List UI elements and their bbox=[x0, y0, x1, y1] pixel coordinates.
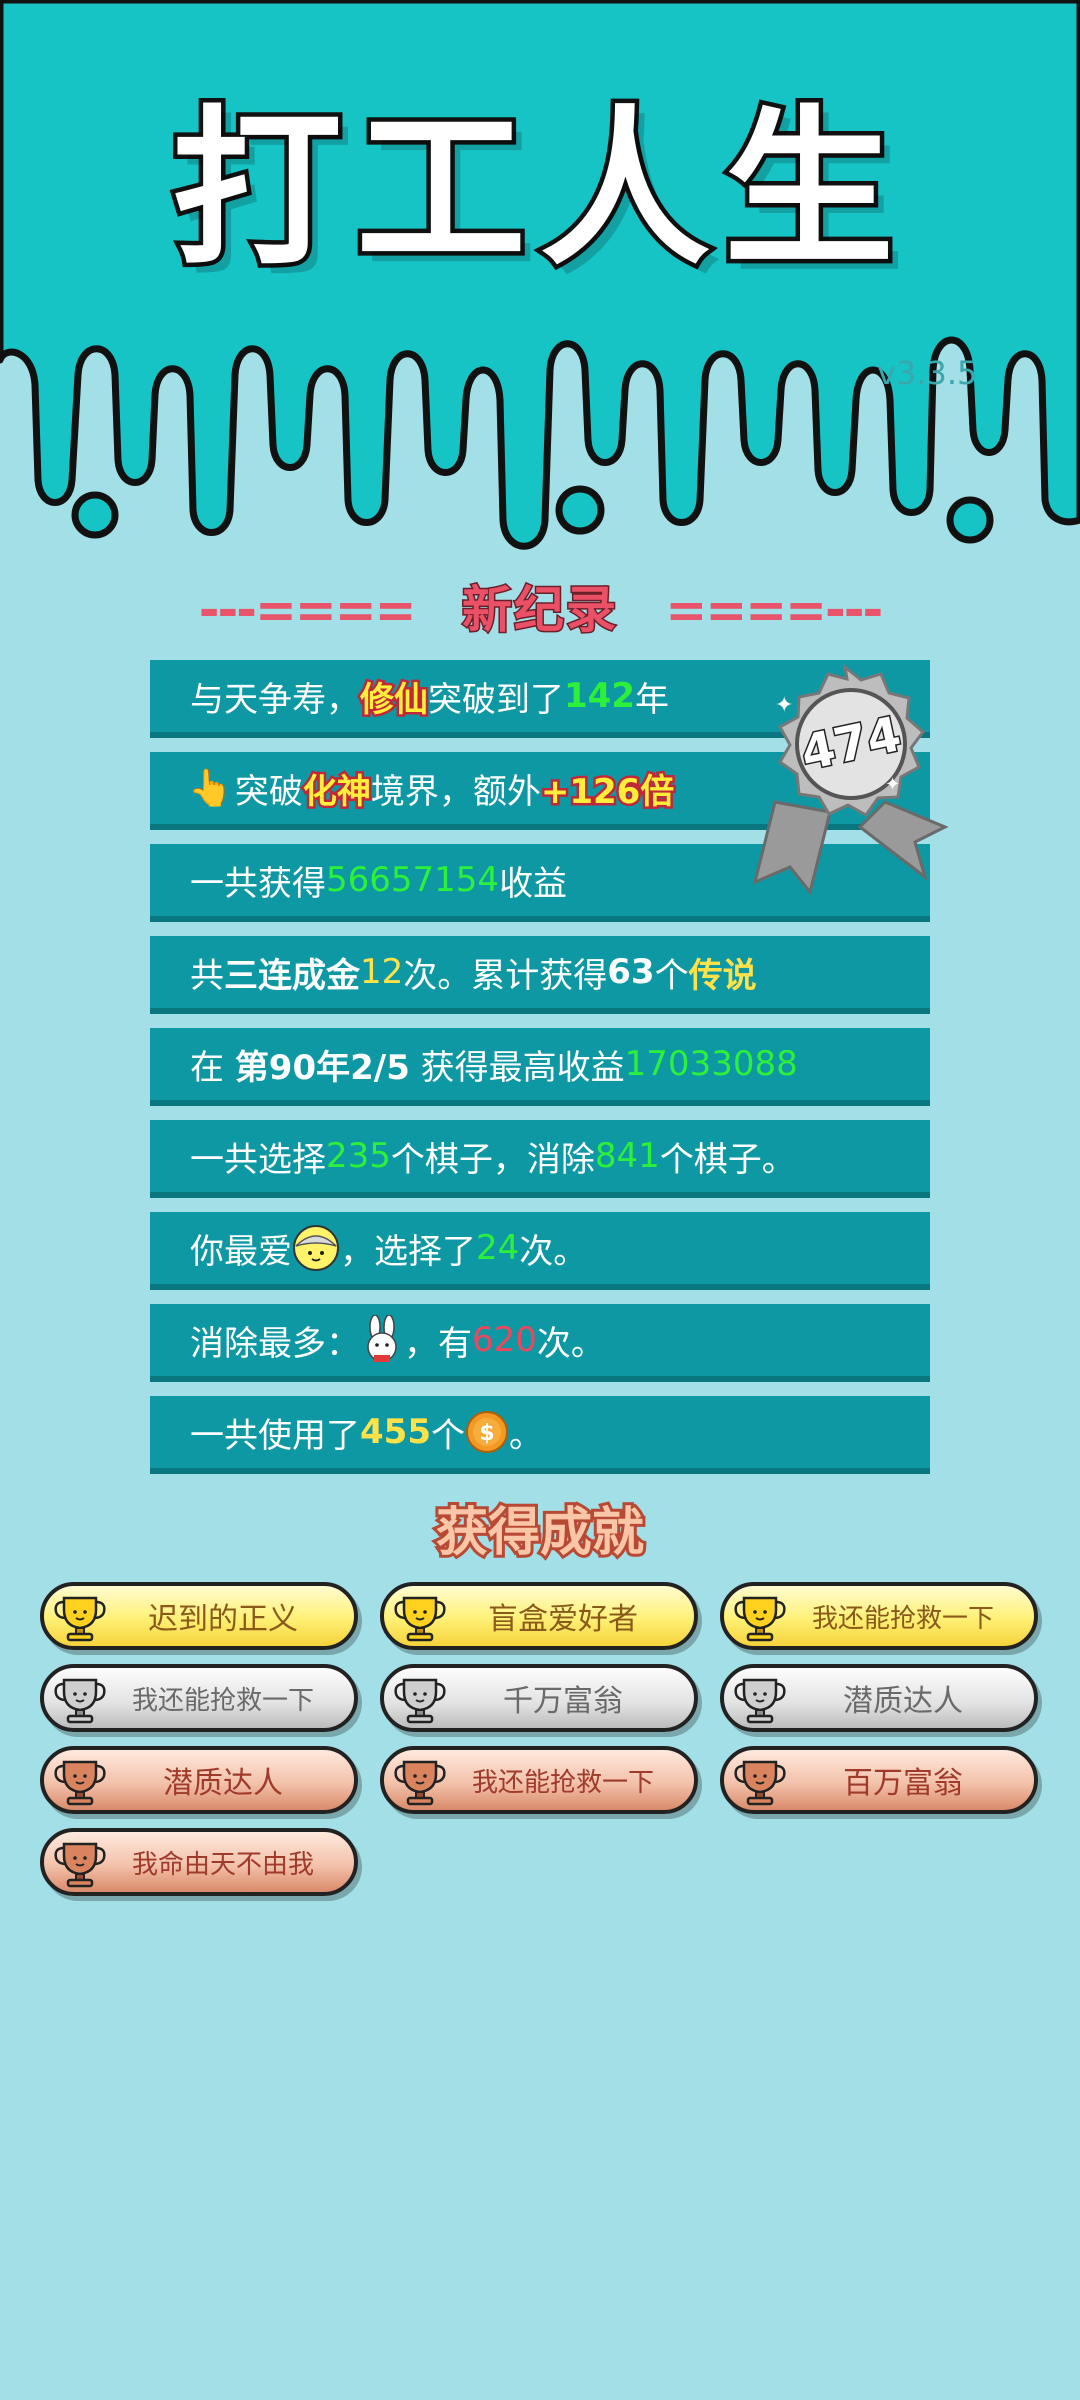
stat-text: 。 bbox=[508, 1415, 543, 1456]
stat-text: 获得最高收益 bbox=[409, 1047, 625, 1088]
stat-value: 63 bbox=[607, 952, 655, 992]
stat-text: 次。累计获得 bbox=[403, 955, 608, 996]
stat-text: 突破到了 bbox=[428, 679, 564, 720]
trophy-icon bbox=[734, 1596, 786, 1642]
achievement-label: 千万富翁 bbox=[503, 1684, 623, 1719]
stat-text: 个棋子。 bbox=[659, 1139, 796, 1180]
stat-text: 共 bbox=[190, 955, 224, 996]
stat-row-coins: 一共使用了 455 个 $ 。 bbox=[150, 1396, 930, 1474]
trophy-icon bbox=[54, 1596, 106, 1642]
stat-text: 一共使用了 bbox=[190, 1415, 360, 1456]
svg-text:$: $ bbox=[479, 1421, 494, 1446]
achievement-badge[interactable]: 盲盒爱好者 bbox=[380, 1582, 698, 1650]
stat-highlight: 化神 bbox=[300, 769, 373, 814]
stat-text: 收益 bbox=[499, 863, 568, 904]
stat-text: 一共获得 bbox=[190, 863, 326, 904]
stat-text: ，选择了 bbox=[340, 1231, 476, 1272]
pointing-hand-icon: 👆 bbox=[188, 768, 233, 809]
stat-text: 个棋子，消除 bbox=[390, 1139, 595, 1180]
favorite-piece-icon bbox=[293, 1225, 339, 1271]
achievement-badge[interactable]: 我还能抢救一下 bbox=[40, 1664, 358, 1732]
medal-badge: 474 ✦ ✦ bbox=[752, 663, 949, 896]
stat-text: 一共选择 bbox=[190, 1139, 326, 1180]
version-label: v3.3.5 bbox=[877, 354, 978, 392]
stat-text: 消除最多： bbox=[190, 1323, 360, 1364]
stat-value: 24 bbox=[476, 1228, 520, 1268]
coin-icon: $ bbox=[465, 1411, 508, 1453]
new-record-title: 新纪录 bbox=[461, 580, 618, 641]
achievement-label: 我还能抢救一下 bbox=[471, 1767, 654, 1798]
stat-text: 三连成金 bbox=[224, 955, 360, 996]
stat-value: 142 bbox=[564, 676, 635, 716]
achievement-badge[interactable]: 百万富翁 bbox=[720, 1746, 1038, 1814]
stat-row-favorite: 你最爱 ，选择了 24 次。 bbox=[150, 1212, 930, 1290]
achievement-label: 盲盒爱好者 bbox=[488, 1602, 638, 1637]
stat-value: 传说 bbox=[688, 955, 757, 996]
trophy-icon bbox=[394, 1678, 446, 1724]
stat-highlight: +126倍 bbox=[538, 769, 676, 814]
stat-highlight: 修仙 bbox=[358, 677, 431, 722]
achievement-badge[interactable]: 潜质达人 bbox=[720, 1664, 1038, 1732]
achievement-label: 我还能抢救一下 bbox=[811, 1603, 994, 1634]
trophy-icon bbox=[394, 1760, 446, 1806]
app-title: 打工人生 bbox=[167, 91, 908, 289]
stat-text: 个 bbox=[430, 1415, 465, 1456]
new-record-heading: ---==== 新纪录 ====--- bbox=[0, 570, 1080, 642]
achievement-badge[interactable]: 我还能抢救一下 bbox=[720, 1582, 1038, 1650]
trophy-icon bbox=[734, 1678, 786, 1724]
stat-text: 与天争寿， bbox=[190, 679, 360, 720]
achievement-label: 迟到的正义 bbox=[148, 1602, 298, 1637]
stat-row-triple: 共 三连成金 12 次。累计获得 63 个 传说 bbox=[150, 936, 930, 1014]
stat-value: 841 bbox=[594, 1136, 660, 1176]
stat-text: 你最爱 bbox=[190, 1231, 292, 1272]
stat-value: 620 bbox=[472, 1320, 537, 1360]
rabbit-icon bbox=[367, 1315, 397, 1362]
stat-row-best-income: 在 第90年2/5 获得最高收益 17033088 bbox=[150, 1028, 930, 1106]
stat-text: 次。 bbox=[519, 1231, 588, 1272]
achievement-label: 我命由天不由我 bbox=[131, 1849, 314, 1880]
stat-text: 次。 bbox=[536, 1323, 605, 1364]
stat-value: 455 bbox=[360, 1412, 431, 1452]
sparkle-icon: ✦ bbox=[885, 774, 900, 795]
achievement-badge[interactable]: 迟到的正义 bbox=[40, 1582, 358, 1650]
stat-text: 境界，额外 bbox=[370, 771, 541, 812]
trophy-icon bbox=[734, 1760, 786, 1806]
achievement-badge[interactable]: 潜质达人 bbox=[40, 1746, 358, 1814]
achievement-label: 潜质达人 bbox=[843, 1684, 963, 1719]
right-deco: ====--- bbox=[665, 581, 883, 639]
achievement-label: 我还能抢救一下 bbox=[131, 1685, 314, 1716]
achievement-badge[interactable]: 我命由天不由我 bbox=[40, 1828, 358, 1896]
stat-value: 第90年2/5 bbox=[234, 1047, 410, 1088]
stat-text: 年 bbox=[634, 679, 669, 720]
stat-row-pieces: 一共选择 235 个棋子，消除 841 个棋子。 bbox=[150, 1120, 930, 1198]
stat-value: 12 bbox=[360, 952, 404, 992]
stat-text: ，有 bbox=[404, 1323, 472, 1364]
stat-text: 在 bbox=[190, 1047, 235, 1088]
trophy-icon bbox=[54, 1842, 106, 1888]
achievement-badge[interactable]: 我还能抢救一下 bbox=[380, 1746, 698, 1814]
stat-value: 17033088 bbox=[624, 1044, 798, 1084]
trophy-icon bbox=[394, 1596, 446, 1642]
trophy-icon bbox=[54, 1760, 106, 1806]
header: 打工人生 v3.3.5 bbox=[0, 0, 1080, 560]
achievement-badge[interactable]: 千万富翁 bbox=[380, 1664, 698, 1732]
achievement-label: 潜质达人 bbox=[163, 1766, 283, 1801]
stat-text: 个 bbox=[654, 955, 689, 996]
sparkle-icon: ✦ bbox=[775, 693, 793, 718]
stat-row-most-eliminated: 消除最多： ，有 620 次。 bbox=[150, 1304, 930, 1382]
stat-text: 突破 bbox=[234, 771, 303, 812]
achievements-title: 获得成就 bbox=[433, 1500, 647, 1566]
achievement-label: 百万富翁 bbox=[843, 1766, 963, 1801]
stat-value: 56657154 bbox=[326, 860, 500, 900]
trophy-icon bbox=[54, 1678, 106, 1724]
stat-value: 235 bbox=[326, 1136, 391, 1176]
left-deco: ---==== bbox=[198, 581, 417, 639]
